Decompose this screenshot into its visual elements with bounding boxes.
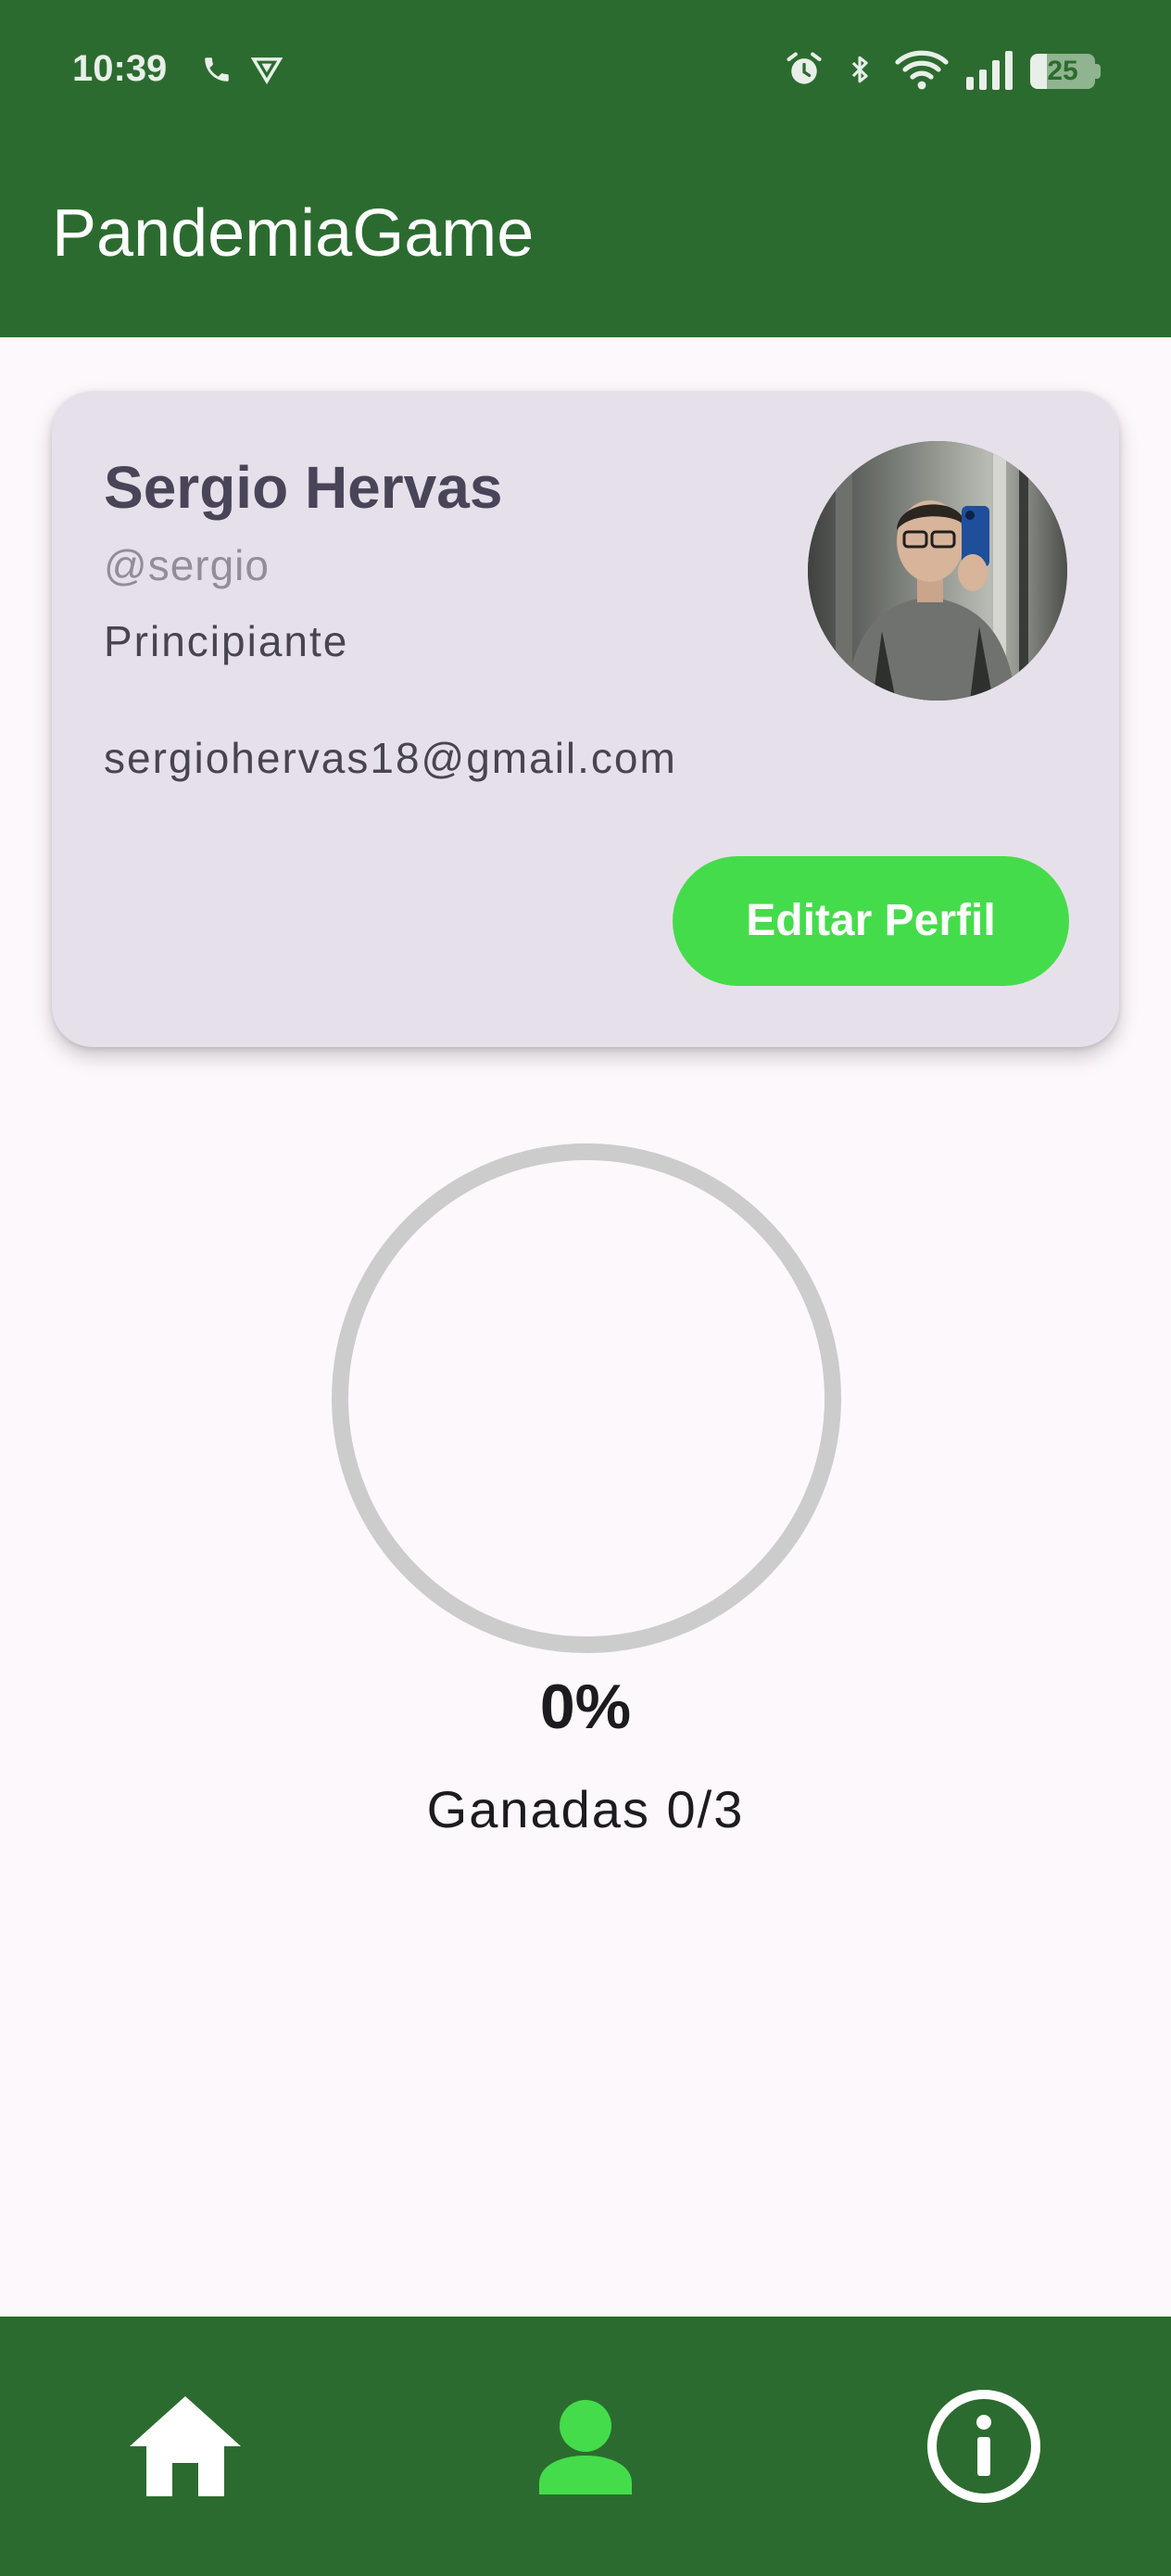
info-icon (927, 2390, 1040, 2503)
progress-track (332, 1143, 841, 1653)
alarm-icon (784, 48, 825, 91)
top-app-bar: 10:39 25 PandemiaGame (0, 0, 1171, 337)
win-percentage: 0% (539, 1672, 632, 1742)
nav-profile[interactable] (511, 2381, 660, 2511)
vpn-shield-icon (248, 48, 285, 91)
signal-icon (963, 48, 1017, 91)
phone-icon (198, 48, 235, 91)
edit-profile-button[interactable]: Editar Perfil (673, 856, 1069, 986)
user-level: Principiante (104, 617, 349, 665)
app-title: PandemiaGame (52, 196, 535, 271)
bottom-navigation (0, 2317, 1171, 2576)
wins-count: Ganadas 0/3 (426, 1780, 745, 1838)
battery-icon: 25 (1030, 54, 1101, 89)
person-icon (539, 2400, 632, 2494)
status-time: 10:39 (72, 48, 168, 89)
profile-card: Sergio Hervas @sergio Principiante sergi… (52, 391, 1119, 1047)
home-icon (130, 2396, 241, 2496)
user-name: Sergio Hervas (104, 454, 503, 521)
avatar (808, 441, 1067, 701)
nav-home[interactable] (111, 2381, 259, 2511)
nav-info[interactable] (910, 2381, 1058, 2511)
bluetooth-icon (841, 48, 878, 91)
battery-level: 25 (1047, 56, 1078, 86)
user-email: sergiohervas18@gmail.com (104, 734, 677, 782)
profile-screen: 10:39 25 PandemiaGame Sergio Hervas @ser… (0, 0, 1171, 2576)
wifi-icon (893, 48, 951, 91)
user-handle: @sergio (104, 541, 270, 589)
win-progress-ring (332, 1143, 841, 1653)
